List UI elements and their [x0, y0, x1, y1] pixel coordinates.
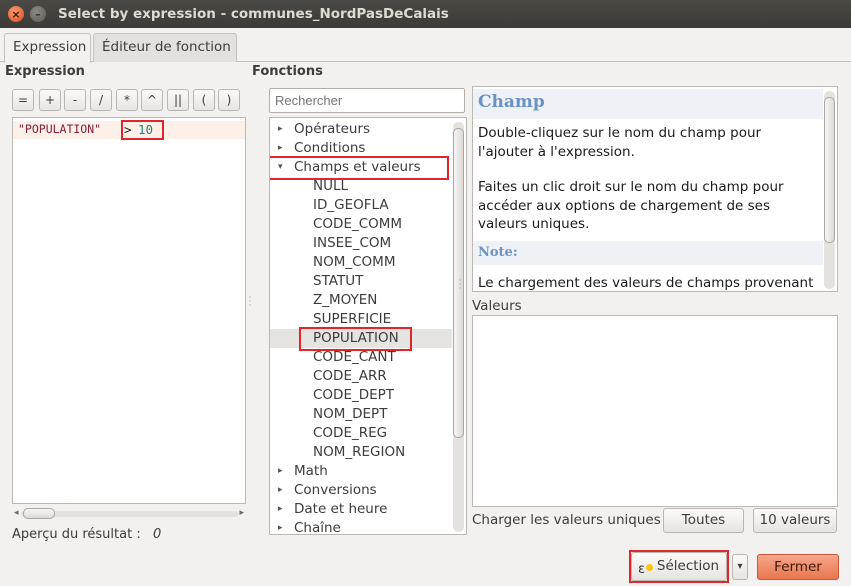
- tree-item-label: Chaîne: [294, 520, 341, 535]
- help-paragraph-2: Faites un clic droit sur le nom du champ…: [478, 179, 784, 232]
- function-tree[interactable]: ▸ Opérateurs ▸ Conditions ▾ Champs et valeu…: [269, 117, 467, 535]
- tree-field-id-geofla[interactable]: ID_GEOFLA: [313, 196, 389, 215]
- scroll-right-icon[interactable]: ▸: [239, 508, 244, 518]
- help-scroll-thumb[interactable]: [824, 97, 835, 243]
- tree-field-nom-dept[interactable]: NOM_DEPT: [313, 405, 387, 424]
- help-paragraph-1: Double-cliquez sur le nom du champ pour …: [478, 125, 762, 160]
- tree-field-statut[interactable]: STATUT: [313, 272, 363, 291]
- tab-expression[interactable]: Expression: [4, 33, 91, 63]
- operator-equals-button[interactable]: =: [12, 89, 34, 111]
- close-button[interactable]: Fermer: [757, 554, 839, 580]
- tree-item-date-time[interactable]: ▸ Date et heure: [278, 500, 387, 519]
- tree-field-insee-com[interactable]: INSEE_COM: [313, 234, 391, 253]
- splitter-grip-right[interactable]: · · ·: [457, 277, 463, 294]
- load-unique-values-label: Charger les valeurs uniques: [472, 512, 661, 528]
- tree-field-code-reg[interactable]: CODE_REG: [313, 424, 387, 443]
- expand-arrow-icon[interactable]: ▸: [278, 481, 290, 500]
- operator-multiply-button[interactable]: *: [116, 89, 138, 111]
- help-paragraph-3: Le chargement des valeurs de champs prov…: [478, 275, 814, 291]
- expression-field-token: "POPULATION": [18, 122, 102, 136]
- tree-field-code-arr[interactable]: CODE_ARR: [313, 367, 387, 386]
- tree-field-nom-comm[interactable]: NOM_COMM: [313, 253, 395, 272]
- tab-function-editor[interactable]: Éditeur de fonction: [93, 33, 237, 62]
- editor-horizontal-scrollbar[interactable]: ◂ ▸: [13, 507, 245, 521]
- tree-item-label: Conditions: [294, 140, 366, 156]
- tree-vertical-scrollbar[interactable]: [453, 122, 464, 532]
- tree-field-nom-region[interactable]: NOM_REGION: [313, 443, 405, 462]
- expression-value-token: 10: [138, 122, 154, 137]
- expression-editor[interactable]: "POPULATION" > 10 ◂ ▸: [12, 117, 246, 519]
- help-note-title: Note:: [478, 245, 518, 260]
- highlight-box-selection: [629, 550, 729, 583]
- values-label: Valeurs: [472, 298, 522, 314]
- tree-item-label: Conversions: [294, 482, 377, 498]
- tree-field-z-moyen[interactable]: Z_MOYEN: [313, 291, 377, 310]
- tab-bar: Expression Éditeur de fonction: [0, 28, 851, 63]
- expression-operator-token: >: [124, 122, 132, 137]
- title-bar: × – Select by expression - communes_Nord…: [0, 0, 851, 28]
- tree-item-operators[interactable]: ▸ Opérateurs: [278, 120, 370, 139]
- scroll-thumb[interactable]: [23, 508, 55, 519]
- help-note-band: [473, 241, 823, 265]
- operator-plus-button[interactable]: +: [39, 89, 61, 111]
- highlight-box-fields-values: [270, 156, 449, 180]
- operator-minus-button[interactable]: -: [64, 89, 86, 111]
- tree-item-label: Date et heure: [294, 501, 388, 517]
- values-list[interactable]: [472, 315, 838, 507]
- close-window-icon[interactable]: ×: [8, 6, 24, 22]
- expand-arrow-icon[interactable]: ▸: [278, 120, 290, 139]
- operator-divide-button[interactable]: /: [90, 89, 112, 111]
- tree-field-null[interactable]: NULL: [313, 177, 348, 196]
- function-search-input[interactable]: [269, 88, 465, 113]
- load-ten-values-button[interactable]: 10 valeurs: [753, 508, 837, 533]
- tree-item-label: Opérateurs: [294, 121, 371, 137]
- expression-section-label: Expression: [5, 64, 85, 79]
- expand-arrow-icon[interactable]: ▸: [278, 519, 290, 534]
- scroll-left-icon[interactable]: ◂: [14, 508, 19, 518]
- window-title: Select by expression - communes_NordPasD…: [58, 6, 449, 22]
- expand-arrow-icon[interactable]: ▸: [278, 500, 290, 519]
- dialog-window: × – Select by expression - communes_Nord…: [0, 0, 851, 586]
- tree-item-string[interactable]: ▸ Chaîne: [278, 519, 341, 535]
- selection-dropdown-button[interactable]: ▾: [732, 554, 748, 580]
- operator-power-button[interactable]: ^: [141, 89, 163, 111]
- preview-value: 0: [153, 527, 162, 542]
- tree-field-code-dept[interactable]: CODE_DEPT: [313, 386, 394, 405]
- tree-item-conversions[interactable]: ▸ Conversions: [278, 481, 377, 500]
- expand-arrow-icon[interactable]: ▸: [278, 462, 290, 481]
- tree-field-code-cant[interactable]: CODE_CANT: [313, 348, 396, 367]
- tree-item-label: Math: [294, 463, 328, 479]
- help-vertical-scrollbar[interactable]: [824, 91, 835, 289]
- help-title: Champ: [478, 92, 545, 112]
- splitter-grip-left[interactable]: · · ·: [247, 294, 253, 311]
- preview-label: Aperçu du résultat :: [12, 527, 141, 542]
- help-panel: Champ Double-cliquez sur le nom du champ…: [472, 86, 838, 292]
- tree-field-code-comm[interactable]: CODE_COMM: [313, 215, 402, 234]
- tree-item-math[interactable]: ▸ Math: [278, 462, 328, 481]
- operator-concat-button[interactable]: ||: [167, 89, 189, 111]
- load-all-values-button[interactable]: Toutes: [663, 508, 744, 533]
- minimize-window-icon[interactable]: –: [30, 6, 46, 22]
- operator-close-paren-button[interactable]: ): [218, 89, 240, 111]
- operator-open-paren-button[interactable]: (: [193, 89, 215, 111]
- functions-section-label: Fonctions: [252, 64, 323, 79]
